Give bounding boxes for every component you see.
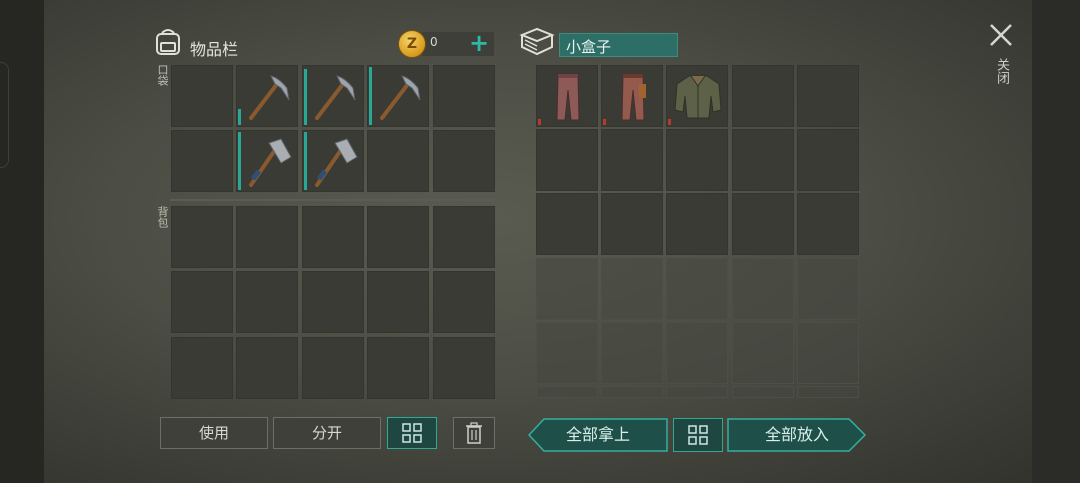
- game-screen: 物品栏 Z 0 + 小盒子 关闭 口袋 背包 使用 分开 全部拿上 全部放入: [0, 0, 1080, 483]
- backpack-slot[interactable]: [367, 271, 429, 333]
- container-slot[interactable]: [601, 129, 663, 191]
- pocket-slot[interactable]: [171, 130, 233, 192]
- pocket-slot-pickaxe[interactable]: [236, 65, 298, 127]
- container-title-box: 小盒子: [559, 33, 678, 57]
- container-slot[interactable]: [797, 129, 859, 191]
- left-screen-edge: [0, 0, 44, 483]
- pocket-slot-pickaxe[interactable]: [302, 65, 364, 127]
- pickaxe-icon: [249, 75, 290, 120]
- container-slot[interactable]: [732, 65, 794, 127]
- locked-container-slot: [536, 322, 598, 384]
- backpack-slot[interactable]: [236, 206, 298, 268]
- use-button[interactable]: 使用: [160, 417, 268, 449]
- close-label[interactable]: 关闭: [991, 58, 1009, 84]
- locked-container-slot: [797, 386, 859, 398]
- backpack-slot[interactable]: [433, 206, 495, 268]
- split-button[interactable]: 分开: [273, 417, 381, 449]
- container-slot[interactable]: [666, 129, 728, 191]
- put-all-button[interactable]: 全部放入: [727, 418, 867, 452]
- container-slot-jacket[interactable]: [666, 65, 728, 127]
- pocket-slot[interactable]: [433, 130, 495, 192]
- backpack-slot[interactable]: [236, 337, 298, 399]
- backpack-slot[interactable]: [236, 271, 298, 333]
- backpack-label: 背包: [156, 206, 169, 228]
- locked-container-slot: [601, 258, 663, 320]
- locked-container-slot: [797, 322, 859, 384]
- container-title: 小盒子: [566, 38, 612, 56]
- pocket-label: 口袋: [156, 64, 169, 86]
- coin-count: 0: [430, 35, 438, 49]
- right-screen-edge: [1032, 0, 1080, 483]
- container-slot[interactable]: [601, 193, 663, 255]
- locked-container-slot: [536, 386, 598, 398]
- backpack-slot[interactable]: [367, 337, 429, 399]
- axe-icon: [315, 138, 358, 187]
- grid-icon: [402, 423, 422, 443]
- backpack-slot[interactable]: [171, 337, 233, 399]
- backpack-slot[interactable]: [171, 206, 233, 268]
- locked-container-slot: [732, 322, 794, 384]
- backpack-slot[interactable]: [302, 337, 364, 399]
- locked-container-slot: [601, 386, 663, 398]
- locked-container-slot: [797, 258, 859, 320]
- close-icon[interactable]: [988, 22, 1014, 48]
- backpack-slot[interactable]: [367, 206, 429, 268]
- container-slot[interactable]: [797, 65, 859, 127]
- container-slot[interactable]: [732, 129, 794, 191]
- pickaxe-icon: [315, 75, 356, 120]
- pocket-slot[interactable]: [433, 65, 495, 127]
- axe-icon: [249, 138, 292, 187]
- coin-icon: Z: [398, 30, 426, 58]
- locked-container-slot: [666, 386, 728, 398]
- jacket-icon: [674, 75, 722, 119]
- pocket-slot-axe[interactable]: [302, 130, 364, 192]
- pocket-slot[interactable]: [171, 65, 233, 127]
- backpack-slot[interactable]: [433, 271, 495, 333]
- container-slot[interactable]: [536, 193, 598, 255]
- sort-inventory-button[interactable]: [387, 417, 437, 449]
- locked-container-slot: [601, 322, 663, 384]
- container-slot[interactable]: [666, 193, 728, 255]
- pickaxe-icon: [380, 75, 421, 120]
- grid-icon: [688, 425, 708, 445]
- backpack-slot[interactable]: [433, 337, 495, 399]
- locked-container-slot: [732, 258, 794, 320]
- backpack-icon: [156, 29, 180, 55]
- take-all-label: 全部拿上: [565, 425, 630, 444]
- container-slot-pants[interactable]: [601, 65, 663, 127]
- locked-container-slot: [666, 322, 728, 384]
- pocket-slot-axe[interactable]: [236, 130, 298, 192]
- pants-with-belt-icon: [621, 73, 646, 121]
- container-slot-pants[interactable]: [536, 65, 598, 127]
- backpack-slot[interactable]: [171, 271, 233, 333]
- delete-button[interactable]: [453, 417, 495, 449]
- edge-notch: [0, 62, 9, 168]
- container-slot[interactable]: [797, 193, 859, 255]
- locked-container-slot: [732, 386, 794, 398]
- add-coins-button[interactable]: +: [469, 29, 489, 57]
- trash-icon: [466, 422, 482, 444]
- inventory-title: 物品栏: [190, 40, 239, 59]
- locked-container-slot: [666, 258, 728, 320]
- take-all-button[interactable]: 全部拿上: [528, 418, 668, 452]
- put-all-label: 全部放入: [764, 425, 829, 444]
- sort-container-button[interactable]: [673, 418, 723, 452]
- container-slot[interactable]: [536, 129, 598, 191]
- locked-container-slot: [536, 258, 598, 320]
- box-icon: [519, 27, 555, 56]
- pocket-slot-pickaxe[interactable]: [367, 65, 429, 127]
- pocket-slot[interactable]: [367, 130, 429, 192]
- container-slot[interactable]: [732, 193, 794, 255]
- pants-icon: [556, 73, 580, 121]
- backpack-slot[interactable]: [302, 271, 364, 333]
- section-divider: [170, 199, 495, 201]
- backpack-slot[interactable]: [302, 206, 364, 268]
